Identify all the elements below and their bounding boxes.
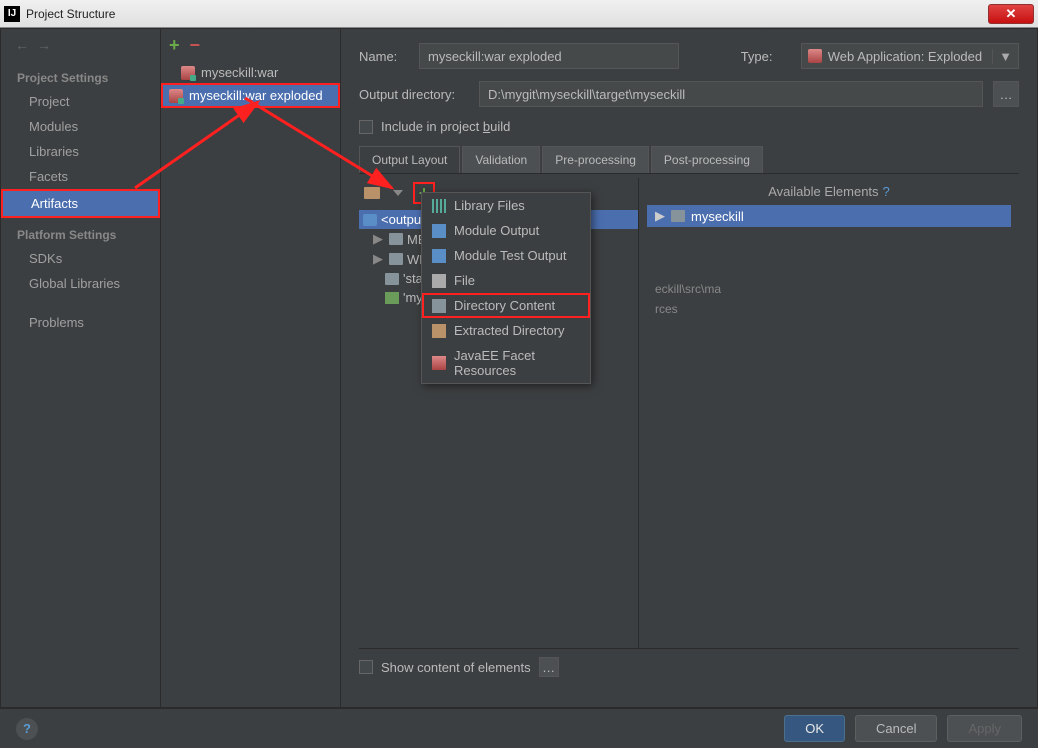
sidebar-item-facets[interactable]: Facets (1, 164, 160, 189)
compile-output-icon (385, 292, 399, 304)
artifact-icon (169, 89, 183, 103)
sidebar-section-header: Project Settings (1, 61, 160, 89)
artifact-item[interactable]: myseckill:war exploded (161, 83, 340, 108)
menu-item-file[interactable]: File (422, 268, 590, 293)
menu-label: Module Output (454, 223, 539, 238)
menu-label: Library Files (454, 198, 525, 213)
menu-item-directory-content[interactable]: Directory Content (422, 293, 590, 318)
menu-item-module-test-output[interactable]: Module Test Output (422, 243, 590, 268)
include-in-build-checkbox[interactable] (359, 120, 373, 134)
include-label: Include in project build (381, 119, 510, 134)
chevron-down-icon: ▼ (992, 49, 1012, 64)
folder-icon (389, 233, 403, 245)
available-item-label: myseckill (691, 209, 744, 224)
artifact-label: myseckill:war (201, 65, 278, 80)
title-bar: IJ Project Structure ✕ (0, 0, 1038, 28)
menu-item-extracted-directory[interactable]: Extracted Directory (422, 318, 590, 343)
show-content-checkbox[interactable] (359, 660, 373, 674)
sidebar-item-modules[interactable]: Modules (1, 114, 160, 139)
type-label: Type: (741, 49, 791, 64)
library-icon (432, 199, 446, 213)
javaee-icon (432, 356, 446, 370)
show-content-options-button[interactable]: … (539, 657, 559, 677)
artifact-label: myseckill:war exploded (189, 88, 323, 103)
menu-item-javaee-facet[interactable]: JavaEE Facet Resources (422, 343, 590, 383)
menu-label: Module Test Output (454, 248, 567, 263)
add-copy-popup-menu: Library Files Module Output Module Test … (421, 192, 591, 384)
tab-output-layout[interactable]: Output Layout (359, 146, 460, 173)
module-icon (432, 249, 446, 263)
apply-button[interactable]: Apply (947, 715, 1022, 742)
menu-label: JavaEE Facet Resources (454, 348, 580, 378)
artifacts-list-panel: + − myseckill:war myseckill:war exploded (161, 29, 341, 707)
new-folder-button[interactable] (361, 182, 383, 204)
settings-sidebar: ← → Project Settings Project Modules Lib… (1, 29, 161, 707)
artifact-item[interactable]: myseckill:war (161, 62, 340, 83)
nav-back-icon[interactable]: ← (15, 37, 29, 53)
sidebar-item-global-libraries[interactable]: Global Libraries (1, 271, 160, 296)
tree-root-label: <output (381, 212, 425, 227)
remove-artifact-button[interactable]: − (190, 35, 201, 56)
sidebar-item-libraries[interactable]: Libraries (1, 139, 160, 164)
menu-label: File (454, 273, 475, 288)
help-icon[interactable]: ? (883, 184, 890, 199)
window-title: Project Structure (26, 7, 988, 21)
output-layout-tree-panel: + <output ▶ META ▶ WEB- (359, 178, 639, 648)
dropdown-button[interactable] (387, 182, 409, 204)
artifact-type-select[interactable]: Web Application: Exploded ▼ (801, 43, 1019, 69)
sidebar-item-problems[interactable]: Problems (1, 310, 160, 335)
tab-validation[interactable]: Validation (462, 146, 540, 173)
artifact-name-input[interactable] (419, 43, 679, 69)
artifact-detail-panel: Name: Type: Web Application: Exploded ▼ … (341, 29, 1037, 707)
file-icon (432, 274, 446, 288)
output-dir-label: Output directory: (359, 87, 469, 102)
help-button[interactable]: ? (16, 718, 38, 740)
menu-item-module-output[interactable]: Module Output (422, 218, 590, 243)
cancel-button[interactable]: Cancel (855, 715, 937, 742)
directory-icon (432, 299, 446, 313)
output-root-icon (363, 214, 377, 226)
output-dir-input[interactable] (479, 81, 983, 107)
folder-icon (385, 273, 399, 285)
module-folder-icon (671, 210, 685, 222)
artifact-icon (181, 66, 195, 80)
available-elements-panel: Available Elements? ▶ myseckill eckill\s… (639, 178, 1019, 648)
available-elements-header: Available Elements? (647, 178, 1011, 205)
archive-icon (432, 324, 446, 338)
sidebar-section-header: Platform Settings (1, 218, 160, 246)
available-element-item[interactable]: ▶ myseckill (647, 205, 1011, 227)
dialog-footer: ? OK Cancel Apply (0, 708, 1038, 748)
type-value: Web Application: Exploded (828, 49, 982, 64)
artifact-tabs: Output Layout Validation Pre-processing … (359, 146, 1019, 174)
module-icon (432, 224, 446, 238)
menu-item-library-files[interactable]: Library Files (422, 193, 590, 218)
path-fragment: eckill\src\ma (647, 279, 1011, 299)
window-close-button[interactable]: ✕ (988, 4, 1034, 24)
webapp-icon (808, 49, 822, 63)
browse-button[interactable]: … (993, 81, 1019, 107)
expand-icon[interactable]: ▶ (373, 251, 385, 267)
sidebar-item-artifacts[interactable]: Artifacts (1, 189, 160, 218)
nav-forward-icon[interactable]: → (37, 37, 51, 53)
tab-pre-processing[interactable]: Pre-processing (542, 146, 649, 173)
sidebar-item-sdks[interactable]: SDKs (1, 246, 160, 271)
app-logo-icon: IJ (4, 6, 20, 22)
name-label: Name: (359, 49, 409, 64)
path-fragment: rces (647, 299, 1011, 319)
menu-label: Extracted Directory (454, 323, 565, 338)
sidebar-item-project[interactable]: Project (1, 89, 160, 114)
add-artifact-button[interactable]: + (169, 35, 180, 56)
folder-icon (389, 253, 403, 265)
menu-label: Directory Content (454, 298, 555, 313)
ok-button[interactable]: OK (784, 715, 845, 742)
tab-post-processing[interactable]: Post-processing (651, 146, 763, 173)
show-content-label: Show content of elements (381, 660, 531, 675)
expand-icon[interactable]: ▶ (655, 208, 665, 224)
expand-icon[interactable]: ▶ (373, 231, 385, 247)
